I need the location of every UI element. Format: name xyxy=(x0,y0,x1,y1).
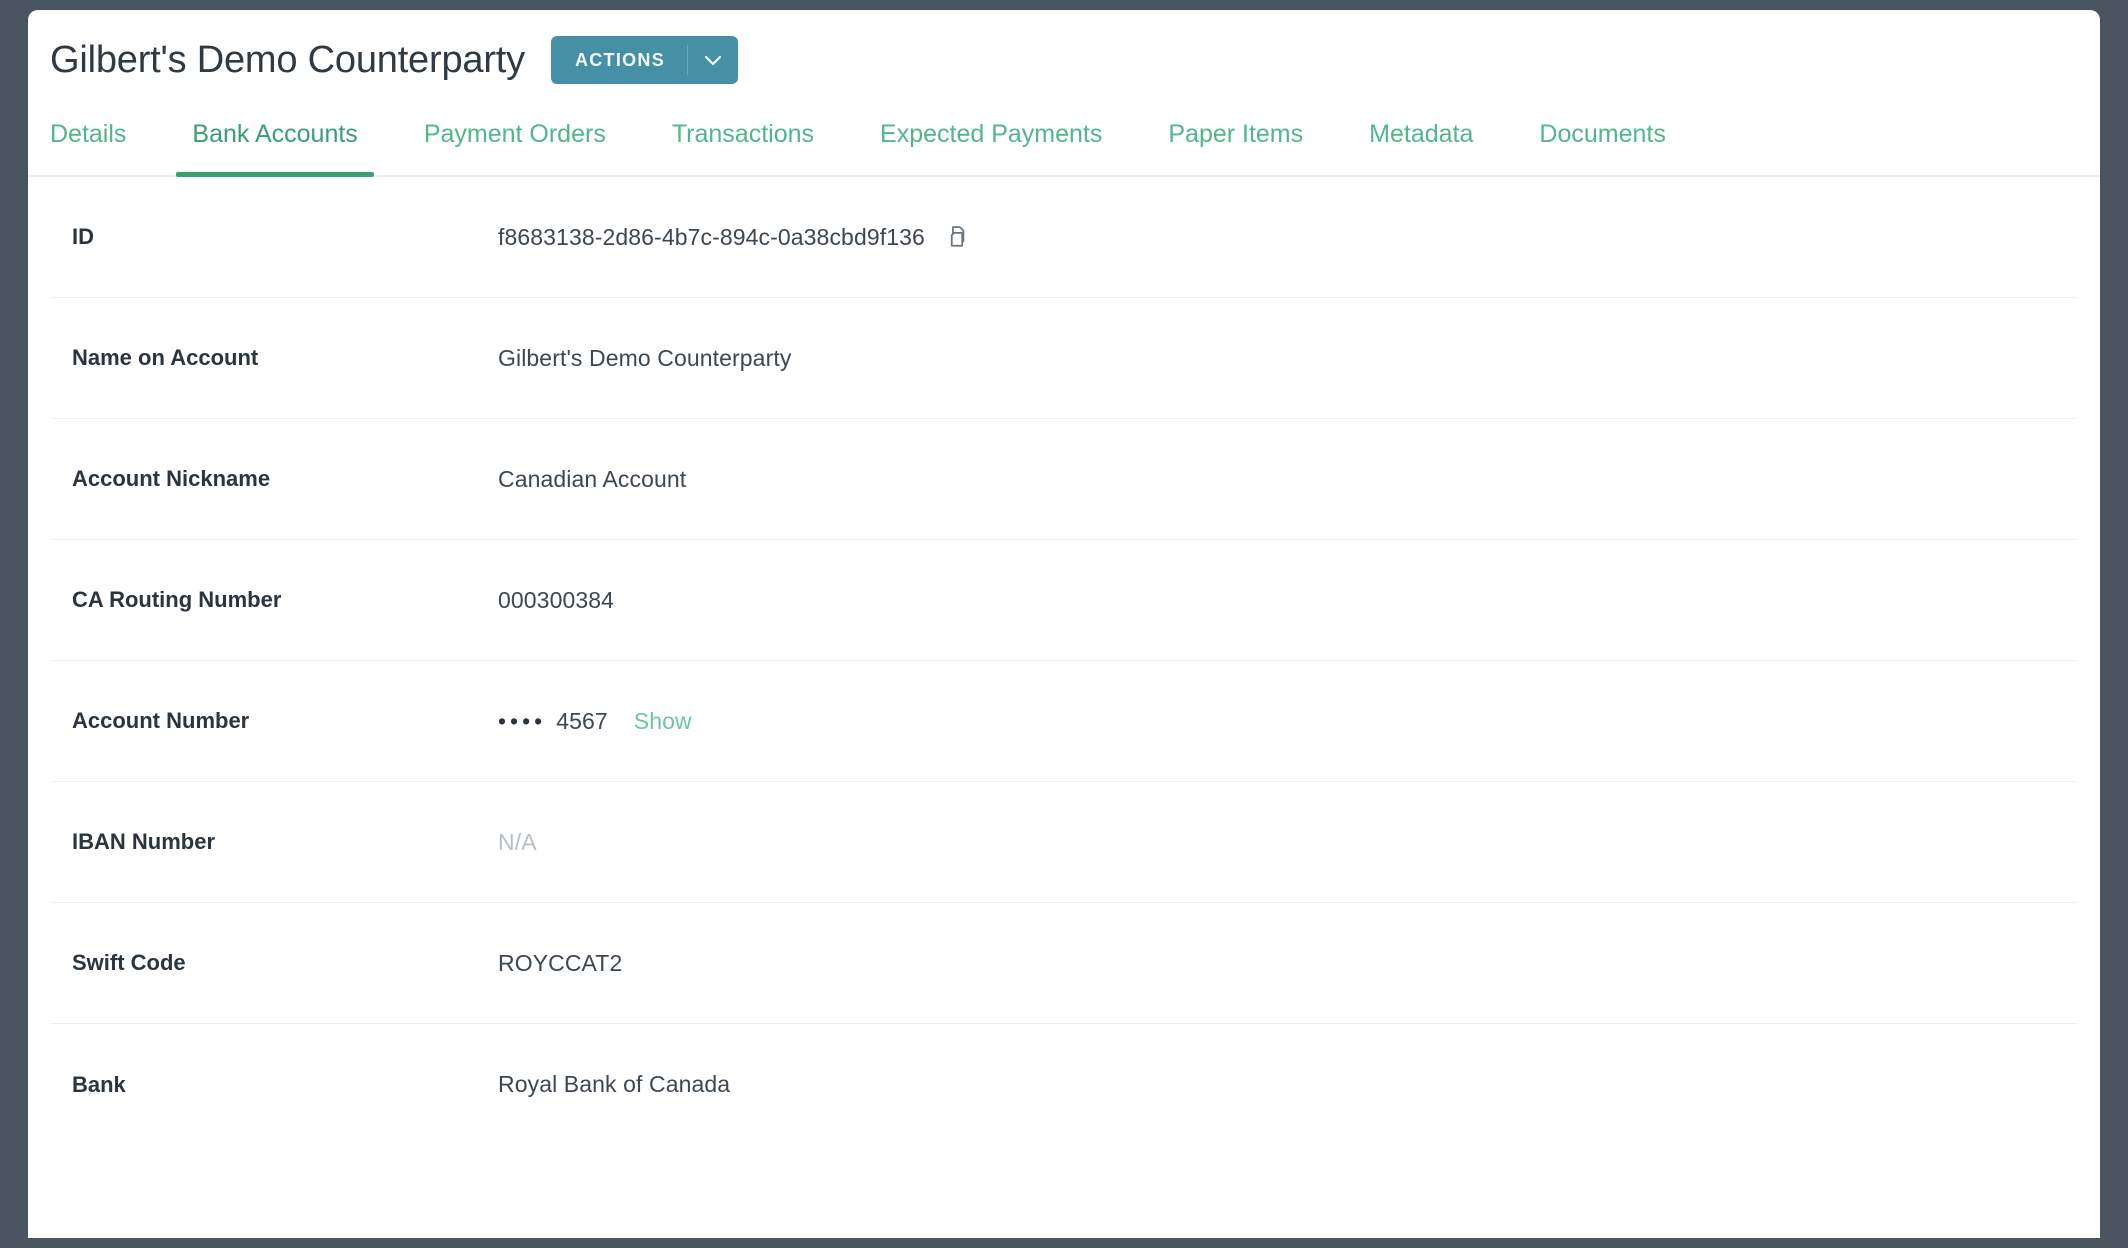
tab-bank-accounts[interactable]: Bank Accounts xyxy=(176,120,375,177)
row-label-name-on-account: Name on Account xyxy=(72,345,259,370)
row-value-name-on-account: Gilbert's Demo Counterparty xyxy=(498,344,792,371)
tab-paper-items[interactable]: Paper Items xyxy=(1168,120,1303,175)
chevron-down-icon[interactable] xyxy=(688,36,738,84)
counterparty-card: Gilbert's Demo Counterparty ACTIONS Deta… xyxy=(28,10,2100,1238)
show-account-number-link[interactable]: Show xyxy=(634,708,692,735)
table-row: CA Routing Number 000300384 xyxy=(50,540,2078,661)
table-row: Account Number •••• 4567 Show xyxy=(50,661,2078,782)
table-row: Swift Code ROYCCAT2 xyxy=(50,903,2078,1024)
row-label-account-nickname: Account Nickname xyxy=(72,466,271,491)
actions-button[interactable]: ACTIONS xyxy=(550,36,739,84)
row-value-bank: Royal Bank of Canada xyxy=(498,1071,731,1097)
row-value-account-nickname: Canadian Account xyxy=(498,465,687,492)
row-label-id: ID xyxy=(72,224,94,249)
account-number-last4: 4567 xyxy=(556,707,608,734)
page-title: Gilbert's Demo Counterparty xyxy=(50,38,525,81)
masked-digits: •••• xyxy=(498,707,547,734)
row-value-swift-code: ROYCCAT2 xyxy=(498,949,623,976)
table-row: IBAN Number N/A xyxy=(50,782,2078,903)
tab-expected-payments[interactable]: Expected Payments xyxy=(880,120,1102,175)
row-value-ca-routing-number: 000300384 xyxy=(498,586,615,613)
page-header: Gilbert's Demo Counterparty ACTIONS xyxy=(28,10,2100,88)
tab-metadata[interactable]: Metadata xyxy=(1369,120,1473,175)
tab-transactions[interactable]: Transactions xyxy=(672,120,814,175)
row-label-ca-routing-number: CA Routing Number xyxy=(72,587,282,612)
tab-list: Details Bank Accounts Payment Orders Tra… xyxy=(28,120,2100,177)
table-row: ID f8683138-2d86-4b7c-894c-0a38cbd9f136 xyxy=(50,177,2078,298)
tab-payment-orders[interactable]: Payment Orders xyxy=(424,120,606,175)
row-label-iban-number: IBAN Number xyxy=(72,829,216,854)
row-label-bank: Bank xyxy=(72,1071,126,1097)
copy-icon[interactable] xyxy=(943,223,971,251)
tab-bar: Details Bank Accounts Payment Orders Tra… xyxy=(28,120,2100,177)
table-row: Account Nickname Canadian Account xyxy=(50,419,2078,540)
row-value-id: f8683138-2d86-4b7c-894c-0a38cbd9f136 xyxy=(498,223,971,251)
row-label-account-number: Account Number xyxy=(72,708,250,733)
id-value: f8683138-2d86-4b7c-894c-0a38cbd9f136 xyxy=(498,223,925,250)
row-label-swift-code: Swift Code xyxy=(72,950,186,975)
tab-details[interactable]: Details xyxy=(50,120,126,175)
table-row: Name on Account Gilbert's Demo Counterpa… xyxy=(50,298,2078,419)
tab-documents[interactable]: Documents xyxy=(1539,120,1665,175)
actions-button-label: ACTIONS xyxy=(574,49,666,70)
row-value-account-number: •••• 4567 Show xyxy=(498,708,692,735)
bank-account-detail-list: ID f8683138-2d86-4b7c-894c-0a38cbd9f136 … xyxy=(28,177,2100,1145)
table-row: Bank Royal Bank of Canada xyxy=(50,1024,2078,1145)
row-value-iban-number: N/A xyxy=(498,828,537,855)
